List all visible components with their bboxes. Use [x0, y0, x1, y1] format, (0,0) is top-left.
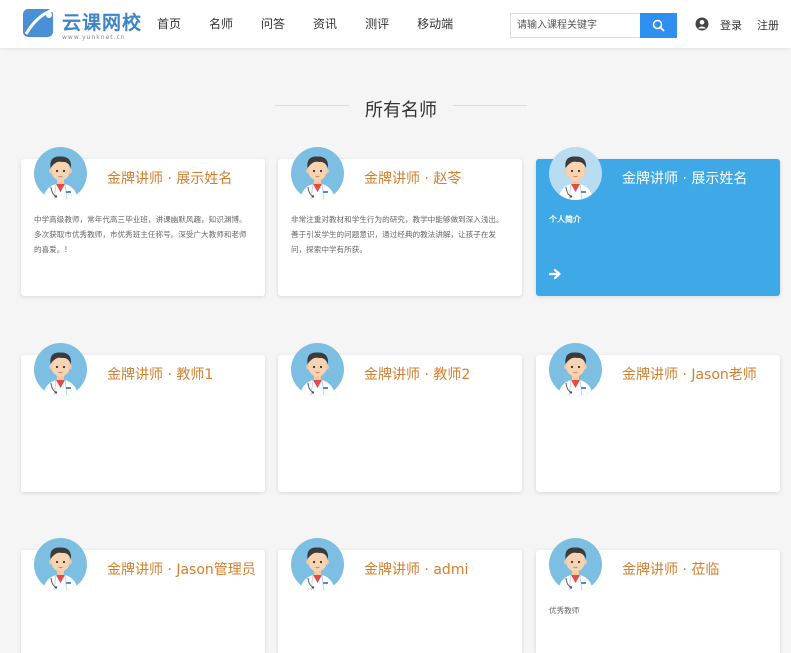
teacher-name: 金牌讲师 · 教师2 [364, 367, 471, 383]
teacher-name: 金牌讲师 · Jason老师 [622, 367, 757, 383]
avatar [34, 343, 87, 396]
nav-item-teachers[interactable]: 名师 [209, 0, 233, 48]
search-input[interactable] [510, 13, 640, 38]
doctor-avatar-icon [34, 538, 87, 591]
doctor-avatar-icon [291, 147, 344, 200]
register-link[interactable]: 注册 [757, 17, 779, 33]
avatar [34, 538, 87, 591]
teacher-card[interactable]: 金牌讲师 · 教师2 [278, 343, 522, 492]
nav-item-home[interactable]: 首页 [157, 0, 181, 48]
main-nav: 首页 名师 问答 资讯 测评 移动端 [157, 0, 481, 48]
teacher-card[interactable]: 金牌讲师 · admi [278, 538, 522, 653]
teacher-name: 金牌讲师 · 展示姓名 [107, 171, 233, 187]
doctor-avatar-icon [291, 343, 344, 396]
avatar [291, 538, 344, 591]
doctor-avatar-icon [549, 343, 602, 396]
nav-item-qa[interactable]: 问答 [261, 0, 285, 48]
logo-mark-icon [23, 8, 55, 37]
teacher-card[interactable]: 金牌讲师 · 赵苓 非常注重对教材和学生行为的研究，教学中能够做到深入浅出。善于… [278, 147, 522, 296]
login-link[interactable]: 登录 [720, 17, 742, 33]
teacher-name: 金牌讲师 · 赵苓 [364, 171, 462, 187]
teacher-description: 优秀教师 [549, 606, 580, 615]
doctor-avatar-icon [549, 147, 602, 200]
profile-label: 个人简介 [549, 215, 581, 224]
teacher-name: 金牌讲师 · 莅临 [622, 562, 720, 578]
user-icon[interactable] [695, 17, 709, 31]
section-header: 所有名师 [275, 96, 527, 121]
doctor-avatar-icon [549, 538, 602, 591]
teacher-card[interactable]: 金牌讲师 · 展示姓名 中学高级教师，常年代高三毕业班，讲课幽默风趣，知识渊博。… [21, 147, 265, 296]
doctor-avatar-icon [34, 343, 87, 396]
avatar [549, 538, 602, 591]
search-button[interactable] [640, 13, 677, 38]
logo[interactable]: 云课网校 www.yunknet.cn [22, 6, 143, 42]
logo-text: 云课网校 [62, 12, 143, 34]
teacher-name: 金牌讲师 · 展示姓名 [622, 171, 748, 187]
arrow-right-icon[interactable] [549, 267, 563, 281]
doctor-avatar-icon [291, 538, 344, 591]
avatar [291, 343, 344, 396]
avatar [34, 147, 87, 200]
logo-subtitle: www.yunknet.cn [62, 34, 126, 41]
teacher-description: 非常注重对教材和学生行为的研究，教学中能够做到深入浅出。善于引发学生的问题意识，… [291, 215, 504, 254]
teacher-name: 金牌讲师 · Jason管理员 [107, 562, 256, 578]
avatar [549, 343, 602, 396]
avatar [291, 147, 344, 200]
teacher-card-active[interactable]: 金牌讲师 · 展示姓名 个人简介 [536, 147, 780, 296]
avatar [549, 147, 602, 200]
teacher-card[interactable]: 金牌讲师 · 教师1 [21, 343, 265, 492]
teacher-card[interactable]: 金牌讲师 · Jason管理员 [21, 538, 265, 653]
header: 云课网校 www.yunknet.cn 首页 名师 问答 资讯 测评 移动端 登… [0, 0, 791, 48]
search-box [510, 13, 677, 38]
teacher-card[interactable]: 金牌讲师 · Jason老师 [536, 343, 780, 492]
teacher-name: 金牌讲师 · admi [364, 562, 469, 578]
nav-item-mobile[interactable]: 移动端 [417, 0, 453, 48]
teacher-name: 金牌讲师 · 教师1 [107, 367, 214, 383]
teacher-description: 中学高级教师，常年代高三毕业班，讲课幽默风趣，知识渊博。多次获取市优秀教师，市优… [34, 215, 247, 254]
teacher-card[interactable]: 金牌讲师 · 莅临 优秀教师 [536, 538, 780, 653]
search-icon [652, 19, 665, 32]
nav-item-assessment[interactable]: 测评 [365, 0, 389, 48]
section-divider-right [453, 105, 527, 106]
nav-item-news[interactable]: 资讯 [313, 0, 337, 48]
section-title: 所有名师 [365, 100, 437, 121]
doctor-avatar-icon [34, 147, 87, 200]
